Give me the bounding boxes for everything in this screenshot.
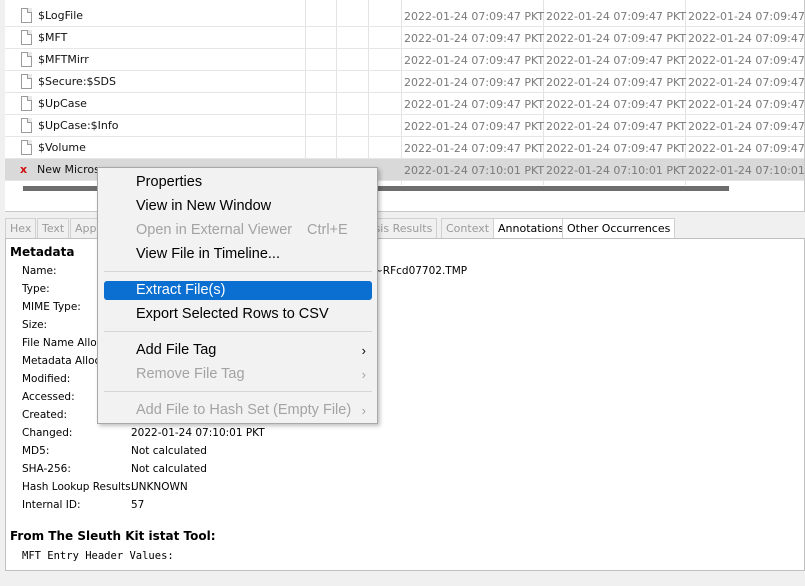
metadata-heading: Metadata (10, 245, 75, 259)
meta-label-md5: MD5: (22, 445, 50, 457)
change-time: 2022-01-24 07:09:47 PKT (546, 120, 687, 133)
meta-label-created: Created: (22, 409, 68, 421)
meta-value-changed: 2022-01-24 07:10:01 PKT (131, 427, 265, 439)
modified-time: 2022-01-24 07:09:47 PKT (404, 98, 545, 111)
file-name: $Volume (38, 141, 86, 154)
tab-annotations[interactable]: Annotations (493, 218, 570, 238)
file-icon (21, 74, 33, 90)
submenu-arrow-icon: › (361, 343, 366, 358)
meta-label-hash-lookup: Hash Lookup Results: (22, 481, 135, 493)
menu-item-add-file-tag[interactable]: Add File Tag › (104, 341, 372, 360)
modified-time: 2022-01-24 07:09:47 PKT (404, 142, 545, 155)
menu-item-properties[interactable]: Properties (104, 173, 372, 192)
meta-value-md5: Not calculated (131, 445, 207, 457)
meta-label-metadata-allocation: Metadata Alloca (22, 355, 107, 367)
meta-label-internal-id: Internal ID: (22, 499, 81, 511)
tab-context[interactable]: Context (441, 218, 495, 238)
access-time: 2022-01-24 07:09:47 PKT (688, 54, 805, 67)
istat-heading: From The Sleuth Kit istat Tool: (10, 529, 216, 543)
change-time: 2022-01-24 07:10:01 PKT (546, 164, 687, 177)
meta-label-sha256: SHA-256: (22, 463, 71, 475)
file-icon (21, 8, 33, 24)
meta-label-modified: Modified: (22, 373, 71, 385)
access-time: 2022-01-24 07:09:47 PKT (688, 142, 805, 155)
file-name: $MFTMirr (38, 53, 89, 66)
tab-other-occurrences[interactable]: Other Occurrences (562, 218, 676, 238)
modified-time: 2022-01-24 07:09:47 PKT (404, 10, 545, 23)
meta-value-name: ~RFcd07702.TMP (374, 265, 468, 277)
menu-item-add-file-to-hash-set[interactable]: Add File to Hash Set (Empty File) › (104, 401, 372, 420)
change-time: 2022-01-24 07:09:47 PKT (546, 32, 687, 45)
table-row[interactable]: $MFTMirr 2022-01-24 07:09:47 PKT 2022-01… (5, 49, 805, 71)
menu-item-extract-files[interactable]: Extract File(s) (104, 281, 372, 300)
file-icon (21, 140, 33, 156)
modified-time: 2022-01-24 07:09:47 PKT (404, 76, 545, 89)
shortcut-label: Ctrl+E (307, 222, 348, 238)
file-icon (21, 96, 33, 112)
menu-separator (104, 271, 372, 272)
modified-time: 2022-01-24 07:09:47 PKT (404, 54, 545, 67)
meta-label-mime-type: MIME Type: (22, 301, 81, 313)
change-time: 2022-01-24 07:09:47 PKT (546, 142, 687, 155)
tab-text[interactable]: Text (37, 218, 70, 238)
meta-value-hash-lookup: UNKNOWN (131, 481, 188, 493)
access-time: 2022-01-24 07:10:01 PKT (688, 164, 805, 177)
table-row[interactable]: $LogFile 2022-01-24 07:09:47 PKT 2022-01… (5, 5, 805, 27)
tab-hex[interactable]: Hex (5, 218, 37, 238)
change-time: 2022-01-24 07:09:47 PKT (546, 54, 687, 67)
modified-time: 2022-01-24 07:09:47 PKT (404, 120, 545, 133)
meta-value-sha256: Not calculated (131, 463, 207, 475)
menu-item-view-file-in-timeline[interactable]: View File in Timeline... (104, 245, 372, 264)
access-time: 2022-01-24 07:09:47 PKT (688, 98, 805, 111)
access-time: 2022-01-24 07:09:47 PKT (688, 76, 805, 89)
change-time: 2022-01-24 07:09:47 PKT (546, 10, 687, 23)
table-row[interactable]: $UpCase 2022-01-24 07:09:47 PKT 2022-01-… (5, 93, 805, 115)
file-name: $LogFile (38, 9, 84, 22)
context-menu: Properties View in New Window Open in Ex… (97, 167, 378, 424)
file-name: $UpCase:$Info (38, 119, 119, 132)
menu-item-open-in-external-viewer[interactable]: Open in External Viewer Ctrl+E (104, 221, 372, 240)
modified-time: 2022-01-24 07:09:47 PKT (404, 32, 545, 45)
meta-value-internal-id: 57 (131, 499, 145, 511)
menu-item-remove-file-tag[interactable]: Remove File Tag › (104, 365, 372, 384)
menu-separator (104, 391, 372, 392)
submenu-arrow-icon: › (361, 403, 366, 418)
modified-time: 2022-01-24 07:10:01 PKT (404, 164, 545, 177)
file-icon (21, 52, 33, 68)
file-name: $Secure:$SDS (38, 75, 116, 88)
meta-label-changed: Changed: (22, 427, 73, 439)
file-icon (21, 30, 33, 46)
file-icon (21, 118, 33, 134)
access-time: 2022-01-24 07:09:47 PKT (688, 32, 805, 45)
deleted-file-icon: x (20, 163, 28, 176)
access-time: 2022-01-24 07:09:47 PKT (688, 120, 805, 133)
table-row[interactable]: $Volume 2022-01-24 07:09:47 PKT 2022-01-… (5, 137, 805, 159)
file-name: $MFT (38, 31, 68, 44)
table-row[interactable]: $UpCase:$Info 2022-01-24 07:09:47 PKT 20… (5, 115, 805, 137)
meta-label-name: Name: (22, 265, 57, 277)
meta-label-file-name-allocation: File Name Alloca (22, 337, 109, 349)
table-row[interactable]: $MFT 2022-01-24 07:09:47 PKT 2022-01-24 … (5, 27, 805, 49)
istat-output: MFT Entry Header Values: (22, 550, 174, 562)
menu-item-export-rows-csv[interactable]: Export Selected Rows to CSV (104, 305, 372, 324)
change-time: 2022-01-24 07:09:47 PKT (546, 98, 687, 111)
submenu-arrow-icon: › (361, 367, 366, 382)
meta-label-type: Type: (22, 283, 50, 295)
access-time: 2022-01-24 07:09:47 PKT (688, 10, 805, 23)
menu-separator (104, 331, 372, 332)
change-time: 2022-01-24 07:09:47 PKT (546, 76, 687, 89)
menu-item-view-in-new-window[interactable]: View in New Window (104, 197, 372, 216)
table-row[interactable]: $Secure:$SDS 2022-01-24 07:09:47 PKT 202… (5, 71, 805, 93)
meta-label-size: Size: (22, 319, 48, 331)
file-name: $UpCase (38, 97, 87, 110)
meta-label-accessed: Accessed: (22, 391, 75, 403)
